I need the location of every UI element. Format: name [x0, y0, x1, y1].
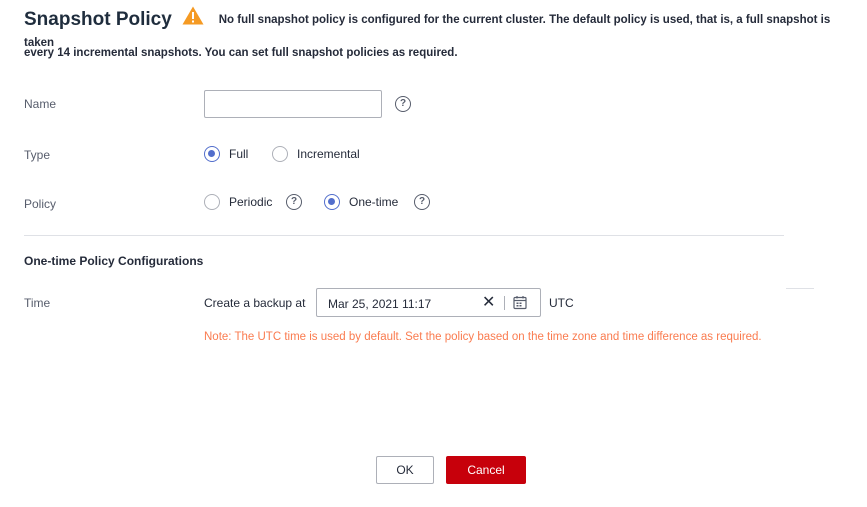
type-full-radio[interactable]	[204, 146, 220, 162]
page-title: Snapshot Policy	[24, 9, 172, 30]
name-label: Name	[24, 97, 57, 111]
time-prefix-text: Create a backup at	[204, 296, 306, 310]
type-incremental-radio[interactable]	[272, 146, 288, 162]
type-label: Type	[24, 148, 51, 162]
notice-text-line2: every 14 incremental snapshots. You can …	[24, 47, 458, 59]
utc-note: Note: The UTC time is used by default. S…	[204, 331, 762, 343]
section-title: One-time Policy Configurations	[24, 254, 204, 268]
policy-onetime-label[interactable]: One-time	[349, 195, 398, 209]
policy-periodic-radio[interactable]	[204, 194, 220, 210]
picker-separator	[504, 296, 505, 310]
calendar-icon[interactable]	[513, 295, 527, 315]
policy-periodic-label[interactable]: Periodic	[229, 195, 272, 209]
onetime-help-icon[interactable]: ?	[414, 194, 430, 210]
divider	[24, 235, 784, 236]
datetime-picker[interactable]: Mar 25, 2021 11:17 ✕	[316, 288, 541, 317]
datetime-value[interactable]: Mar 25, 2021 11:17	[328, 297, 431, 311]
header: Snapshot Policy No full snapshot policy …	[24, 6, 854, 59]
ok-button[interactable]: OK	[376, 456, 434, 484]
policy-label: Policy	[24, 197, 57, 211]
warning-triangle-icon	[182, 6, 204, 30]
type-incremental-label[interactable]: Incremental	[297, 147, 360, 161]
time-label: Time	[24, 296, 51, 310]
cancel-button[interactable]: Cancel	[446, 456, 526, 484]
divider	[786, 288, 814, 289]
policy-onetime-radio[interactable]	[324, 194, 340, 210]
name-input[interactable]	[204, 90, 382, 118]
name-help-icon[interactable]: ?	[395, 96, 411, 112]
type-full-label[interactable]: Full	[229, 147, 248, 161]
periodic-help-icon[interactable]: ?	[286, 194, 302, 210]
timezone-label: UTC	[549, 296, 574, 310]
clear-icon[interactable]: ✕	[482, 292, 495, 312]
